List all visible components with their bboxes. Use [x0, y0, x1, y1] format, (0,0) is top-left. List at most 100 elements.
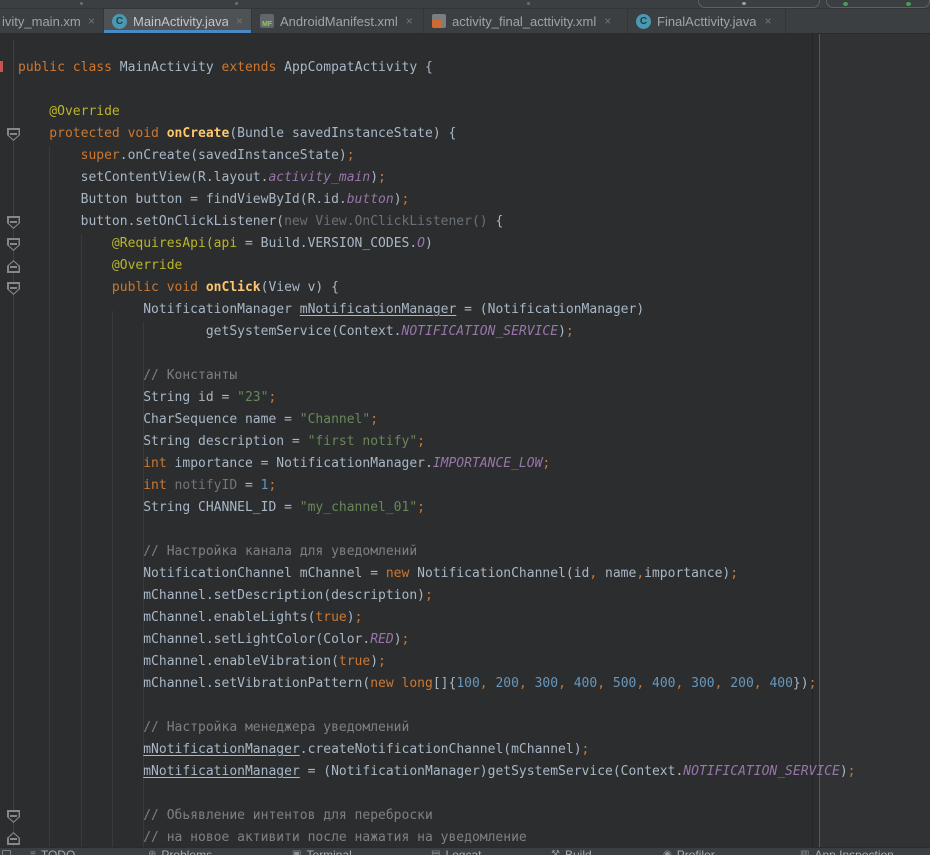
code-token: // Константы: [18, 368, 237, 383]
tab-MainActivity.java[interactable]: CMainActivity.java×: [104, 9, 252, 33]
code-line[interactable]: // Обьявление интентов для переброски: [18, 805, 856, 827]
code-token: // Обьявление интентов для переброски: [18, 808, 433, 823]
code-token: @RequiresApi(api: [18, 236, 237, 251]
code-line[interactable]: mChannel.setVibrationPattern(new long[]{…: [18, 673, 856, 695]
tab-label: activity_final_acttivity.xml: [452, 14, 596, 29]
code-line[interactable]: CharSequence name = "Channel";: [18, 409, 856, 431]
tab-close-icon[interactable]: ×: [236, 14, 243, 28]
code-token: ): [394, 192, 402, 207]
toolwindow-button-app-inspection[interactable]: ▥App Inspection: [800, 849, 894, 855]
code-line[interactable]: mChannel.setLightColor(Color.RED);: [18, 629, 856, 651]
toolwindow-button-todo[interactable]: ≡TODO: [30, 849, 75, 855]
editor-tab-bar: ivity_main.xml×CMainActivity.java×MFAndr…: [0, 9, 930, 34]
code-line[interactable]: button.setOnClickListener(new View.OnCli…: [18, 211, 856, 233]
code-line[interactable]: int importance = NotificationManager.IMP…: [18, 453, 856, 475]
code-line[interactable]: NotificationManager mNotificationManager…: [18, 299, 856, 321]
code-token: true: [315, 610, 346, 625]
toolwindow-button-problems[interactable]: ⊕Problems: [148, 849, 212, 855]
tab-AndroidManifest.xml[interactable]: MFAndroidManifest.xml×: [252, 9, 424, 33]
android-studio-window: ivity_main.xml×CMainActivity.java×MFAndr…: [0, 0, 930, 855]
code-line[interactable]: String CHANNEL_ID = "my_channel_01";: [18, 497, 856, 519]
tab-label: ivity_main.xml: [2, 14, 80, 29]
code-line[interactable]: [18, 343, 856, 365]
tab-activity_final_acttivity.xml[interactable]: activity_final_acttivity.xml ×: [424, 9, 628, 33]
tab-close-icon[interactable]: ×: [88, 14, 95, 28]
code-line[interactable]: @RequiresApi(api = Build.VERSION_CODES.O…: [18, 233, 856, 255]
code-line[interactable]: super.onCreate(savedInstanceState);: [18, 145, 856, 167]
code-line[interactable]: public class MainActivity extends AppCom…: [18, 57, 856, 79]
debug-icon[interactable]: [906, 2, 911, 6]
tab-label: AndroidManifest.xml: [280, 14, 398, 29]
code-token: ,: [715, 676, 731, 691]
code-line[interactable]: // Настройка менеджера уведомлений: [18, 717, 856, 739]
toolbar-icon-dot: [742, 2, 746, 5]
toolwindow-button-label: App Inspection: [814, 849, 893, 855]
code-token: NOTIFICATION_SERVICE: [683, 764, 840, 779]
tab-ivity_main.xml[interactable]: ivity_main.xml ×: [0, 9, 104, 33]
tab-close-icon[interactable]: ×: [604, 14, 611, 28]
code-line[interactable]: @Override: [18, 255, 856, 277]
code-line[interactable]: int notifyID = 1;: [18, 475, 856, 497]
code-line[interactable]: protected void onCreate(Bundle savedInst…: [18, 123, 856, 145]
logcat-icon: ▤: [431, 849, 440, 855]
code-line[interactable]: mChannel.setDescription(description);: [18, 585, 856, 607]
layout-xml-file-icon: [432, 14, 446, 28]
code-token: ,: [558, 676, 574, 691]
toolbar-icon-dot: [80, 2, 83, 5]
tab-close-icon[interactable]: ×: [764, 14, 771, 28]
code-token: 300: [691, 676, 714, 691]
code-token: NotificationChannel(id: [417, 566, 589, 581]
code-line[interactable]: getSystemService(Context.NOTIFICATION_SE…: [18, 321, 856, 343]
toolwindow-button-logcat[interactable]: ▤Logcat: [431, 849, 481, 855]
code-line[interactable]: // Настройка канала для уведомлений: [18, 541, 856, 563]
code-token: ;: [542, 456, 550, 471]
code-area[interactable]: public class MainActivity extends AppCom…: [18, 57, 856, 847]
run-controls-group[interactable]: [826, 0, 930, 8]
code-token: ): [394, 632, 402, 647]
code-token: ): [370, 170, 378, 185]
tool-window-anchor-icon[interactable]: [2, 850, 11, 855]
fold-marker-up-icon[interactable]: [7, 260, 20, 273]
code-token: "first notify": [308, 434, 418, 449]
code-line[interactable]: [18, 695, 856, 717]
code-line[interactable]: setContentView(R.layout.activity_main);: [18, 167, 856, 189]
toolwindow-button-build[interactable]: ⚒Build: [551, 849, 592, 855]
problems-icon: ⊕: [148, 849, 156, 855]
code-line[interactable]: mNotificationManager.createNotificationC…: [18, 739, 856, 761]
code-editor[interactable]: public class MainActivity extends AppCom…: [0, 34, 930, 847]
code-line[interactable]: [18, 519, 856, 541]
tab-FinalActtivity.java[interactable]: CFinalActtivity.java×: [628, 9, 786, 33]
code-line[interactable]: // на новое активити после нажатия на ув…: [18, 827, 856, 847]
code-line[interactable]: public void onClick(View v) {: [18, 277, 856, 299]
toolwindow-button-terminal[interactable]: ▣Terminal: [292, 849, 352, 855]
code-token: CharSequence name =: [18, 412, 300, 427]
code-line[interactable]: [18, 79, 856, 101]
toolwindow-button-profiler[interactable]: ◉Profiler: [663, 849, 715, 855]
code-line[interactable]: mChannel.enableVibration(true);: [18, 651, 856, 673]
fold-marker-up-icon[interactable]: [7, 832, 20, 845]
code-line[interactable]: mChannel.enableLights(true);: [18, 607, 856, 629]
code-line[interactable]: NotificationChannel mChannel = new Notif…: [18, 563, 856, 585]
code-line[interactable]: [18, 783, 856, 805]
code-line[interactable]: String id = "23";: [18, 387, 856, 409]
code-line[interactable]: Button button = findViewById(R.id.button…: [18, 189, 856, 211]
fold-marker-down-icon[interactable]: [7, 238, 20, 251]
fold-marker-down-icon[interactable]: [7, 128, 20, 141]
toolbar-icon-dot: [235, 2, 238, 5]
run-icon[interactable]: [843, 2, 848, 6]
code-token: 300: [535, 676, 558, 691]
fold-marker-down-icon[interactable]: [7, 282, 20, 295]
code-token: String id =: [18, 390, 237, 405]
code-token: // Настройка канала для уведомлений: [18, 544, 417, 559]
code-token: protected void: [18, 126, 167, 141]
fold-marker-down-icon[interactable]: [7, 216, 20, 229]
code-token: O: [417, 236, 425, 251]
code-line[interactable]: String description = "first notify";: [18, 431, 856, 453]
fold-marker-down-icon[interactable]: [7, 810, 20, 823]
device-selector-button[interactable]: [698, 0, 820, 8]
code-token: (View v) {: [261, 280, 339, 295]
code-line[interactable]: mNotificationManager = (NotificationMana…: [18, 761, 856, 783]
tab-close-icon[interactable]: ×: [406, 14, 413, 28]
code-line[interactable]: @Override: [18, 101, 856, 123]
code-line[interactable]: // Константы: [18, 365, 856, 387]
